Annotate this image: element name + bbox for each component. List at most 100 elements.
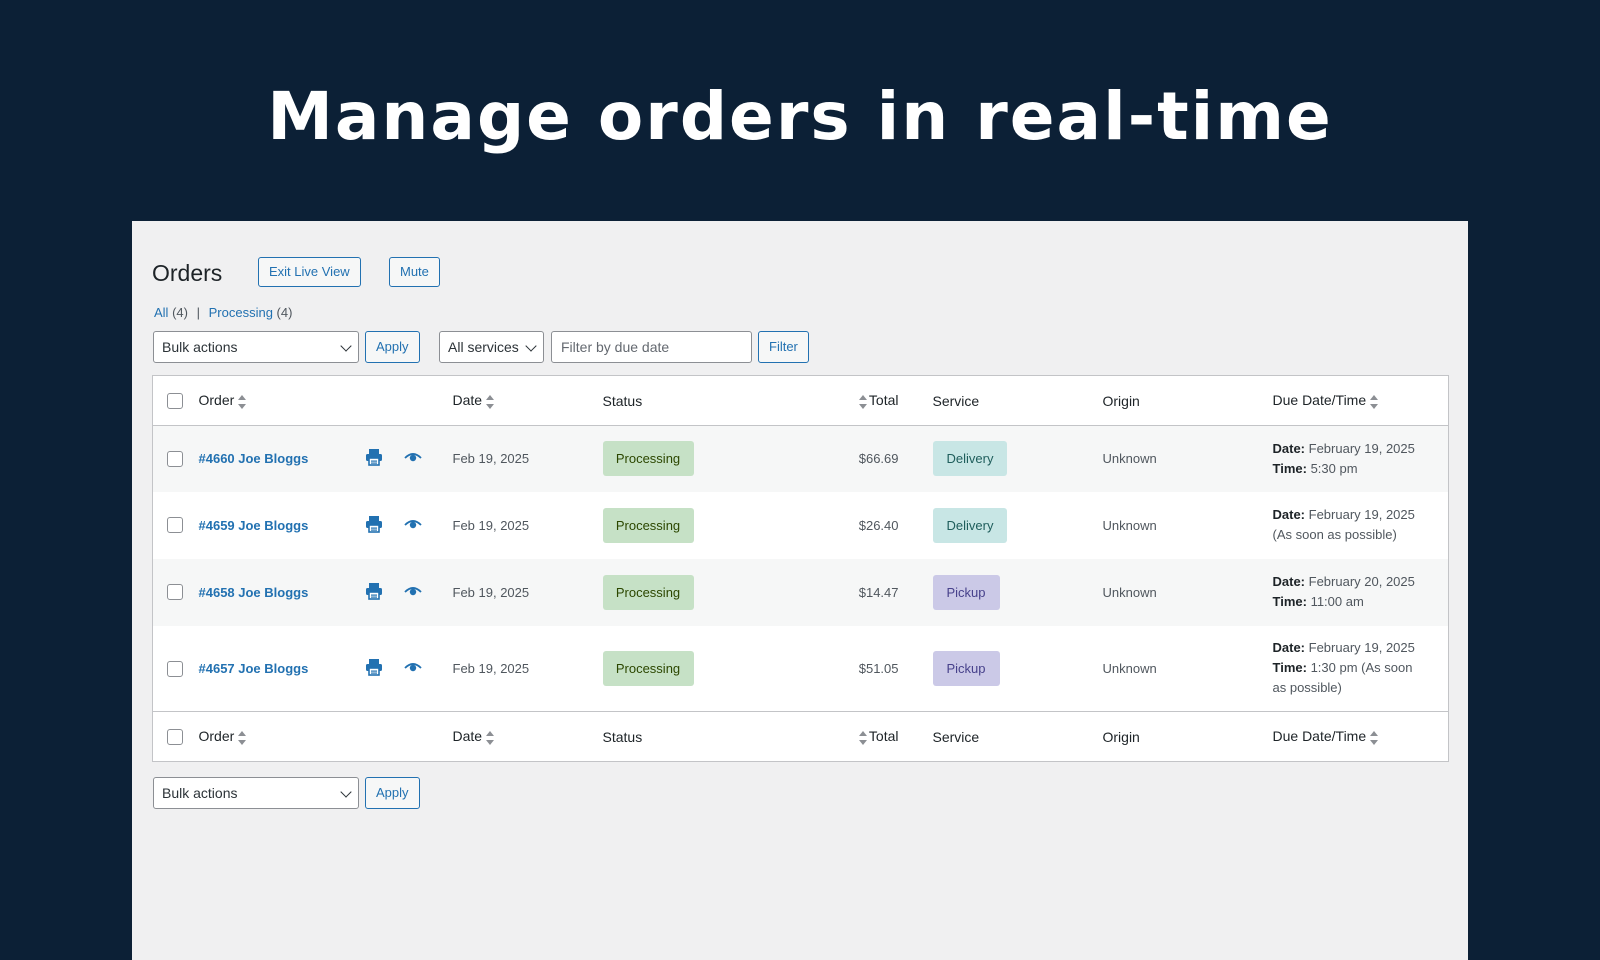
status-views: All (4) | Processing (4) <box>154 305 292 320</box>
due-column-footer[interactable]: Due Date/Time <box>1272 711 1449 762</box>
table-row: #4657 Joe Bloggs Feb 19, 2025 Processing… <box>152 625 1449 712</box>
service-column-footer: Service <box>932 711 1103 762</box>
service-badge: Delivery <box>932 441 1008 477</box>
row-checkbox[interactable] <box>167 451 183 468</box>
total-footer-label: Total <box>868 728 899 745</box>
order-link[interactable]: #4660 Joe Bloggs <box>199 451 309 466</box>
view-separator: | <box>196 305 200 320</box>
table-footer-row: Order Date Status Total Service Origin D… <box>152 711 1449 762</box>
mute-button[interactable]: Mute <box>389 257 440 287</box>
service-badge: Pickup <box>932 574 1000 610</box>
order-column-footer[interactable]: Order <box>198 711 365 762</box>
view-processing-count: (4) <box>276 305 293 320</box>
table-header-row: Order Date Status Total Service Origin D… <box>152 375 1449 426</box>
bulk-actions-select-bottom[interactable]: Bulk actions <box>153 777 359 809</box>
orders-panel: Orders Exit Live View Mute All (4) | Pro… <box>132 221 1468 960</box>
eye-icon[interactable] <box>404 661 422 676</box>
date-header-label: Date <box>452 392 483 409</box>
table-row: #4658 Joe Bloggs Feb 19, 2025 Processing… <box>152 558 1449 626</box>
bulk-actions-select[interactable]: Bulk actions <box>153 331 359 363</box>
apply-button[interactable]: Apply <box>365 331 420 363</box>
eye-icon[interactable] <box>404 585 422 600</box>
view-processing-link[interactable]: Processing <box>209 305 273 320</box>
view-all-count: (4) <box>172 305 188 320</box>
due-column-header[interactable]: Due Date/Time <box>1272 375 1449 426</box>
due-date-label: Date: <box>1272 507 1306 522</box>
due-date-time: Date: February 20, 2025 Time: 11:00 am <box>1273 572 1449 612</box>
row-checkbox[interactable] <box>167 660 183 677</box>
due-time-value: 5:30 pm <box>1310 460 1358 476</box>
view-all-link[interactable]: All <box>154 305 168 320</box>
total-header-label: Total <box>868 392 899 409</box>
sort-icon <box>858 730 867 745</box>
due-date-label: Date: <box>1272 574 1306 589</box>
printer-icon[interactable] <box>365 658 383 679</box>
services-value: All services <box>448 339 519 355</box>
order-link[interactable]: #4657 Joe Bloggs <box>199 661 309 676</box>
due-date-time: Date: February 19, 2025 Time: 1:30 pm (As… <box>1273 638 1423 698</box>
select-all-cell <box>152 711 199 762</box>
filter-button[interactable]: Filter <box>758 331 809 363</box>
due-time-value: 11:00 am <box>1310 594 1364 609</box>
order-origin: Unknown <box>1102 660 1157 676</box>
sort-icon <box>238 730 247 745</box>
due-date-value: February 19, 2025 <box>1308 440 1415 456</box>
select-all-checkbox[interactable] <box>167 393 183 410</box>
printer-icon[interactable] <box>365 515 383 536</box>
order-total: $51.05 <box>858 660 899 676</box>
table-row: #4659 Joe Bloggs Feb 19, 2025 Processing… <box>152 491 1449 559</box>
eye-icon[interactable] <box>404 451 422 466</box>
order-link[interactable]: #4658 Joe Bloggs <box>199 585 309 600</box>
actions-column-footer <box>364 711 453 762</box>
row-checkbox[interactable] <box>167 584 183 601</box>
due-time-label: Time: <box>1272 594 1307 609</box>
due-footer-label: Due Date/Time <box>1272 728 1367 745</box>
date-column-header[interactable]: Date <box>452 375 603 426</box>
order-total: $66.69 <box>858 451 899 467</box>
printer-icon[interactable] <box>365 448 383 469</box>
spacer-column-footer <box>914 711 933 762</box>
due-date-label: Date: <box>1272 640 1306 656</box>
total-column-footer[interactable]: Total <box>748 711 915 762</box>
service-column-header: Service <box>932 375 1103 426</box>
sort-icon <box>486 394 495 409</box>
order-column-header[interactable]: Order <box>198 375 365 426</box>
order-date: Feb 19, 2025 <box>452 451 530 467</box>
status-badge: Processing <box>602 441 694 477</box>
eye-icon[interactable] <box>404 518 422 533</box>
status-badge: Processing <box>602 574 694 610</box>
bulk-actions-value: Bulk actions <box>162 339 238 355</box>
select-all-cell <box>152 375 199 426</box>
due-header-label: Due Date/Time <box>1272 392 1367 409</box>
origin-header-label: Origin <box>1102 392 1140 409</box>
printer-icon[interactable] <box>365 582 383 603</box>
order-total: $14.47 <box>858 584 899 600</box>
apply-button-bottom[interactable]: Apply <box>365 777 420 809</box>
order-date: Feb 19, 2025 <box>452 517 530 533</box>
origin-column-header: Origin <box>1102 375 1273 426</box>
due-date-filter-input[interactable]: Filter by due date <box>551 331 752 363</box>
status-header-label: Status <box>602 392 643 409</box>
row-checkbox[interactable] <box>167 517 183 534</box>
exit-live-view-button[interactable]: Exit Live View <box>258 257 361 287</box>
status-column-footer: Status <box>602 711 749 762</box>
services-select[interactable]: All services <box>439 331 544 363</box>
select-all-checkbox[interactable] <box>167 729 183 746</box>
date-column-footer[interactable]: Date <box>452 711 603 762</box>
origin-footer-label: Origin <box>1102 728 1140 745</box>
chevron-down-icon <box>340 340 352 352</box>
bulk-actions-value: Bulk actions <box>162 785 238 801</box>
order-total: $26.40 <box>858 517 899 533</box>
status-badge: Processing <box>602 650 694 686</box>
page-title: Orders <box>152 260 223 286</box>
orders-table: Order Date Status Total Service Origin D… <box>152 375 1449 762</box>
chevron-down-icon <box>340 786 352 798</box>
due-time-label: Time: <box>1272 660 1307 676</box>
due-time-value: (As soon as possible) <box>1272 527 1397 542</box>
order-origin: Unknown <box>1102 517 1157 533</box>
service-badge: Pickup <box>932 650 1000 686</box>
order-link[interactable]: #4659 Joe Bloggs <box>199 518 309 533</box>
sort-icon <box>858 394 867 409</box>
total-column-header[interactable]: Total <box>748 375 915 426</box>
order-date: Feb 19, 2025 <box>452 584 530 600</box>
